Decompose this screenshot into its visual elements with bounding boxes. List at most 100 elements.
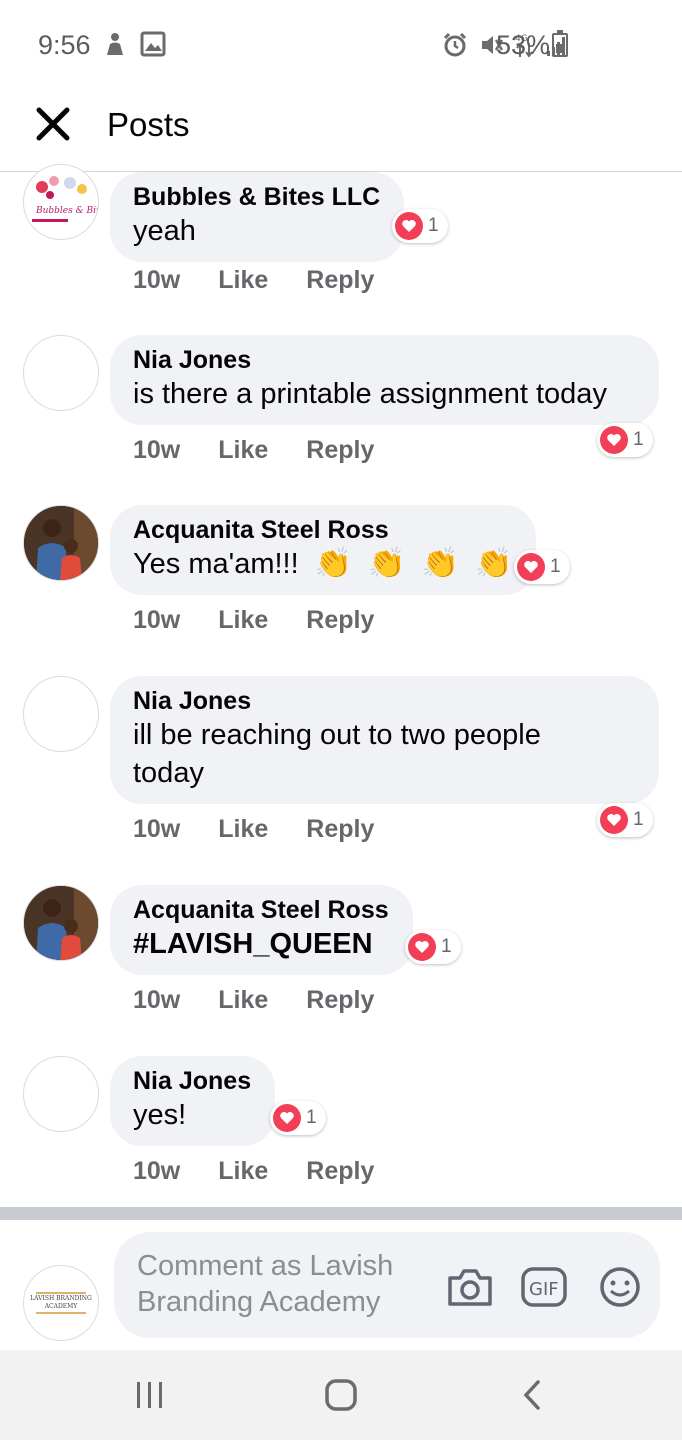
profile-photo: [24, 506, 98, 580]
comment-item: Acquanita Steel Ross #LAVISH_QUEEN 1 10w…: [0, 885, 682, 1035]
logo-divider: [36, 1312, 86, 1314]
reply-button[interactable]: Reply: [306, 436, 374, 465]
status-time: 9:56: [38, 30, 91, 60]
clapping-hands-emoji: 👏: [368, 547, 406, 580]
avatar[interactable]: Bubbles & Bites: [23, 164, 99, 240]
reply-button[interactable]: Reply: [306, 266, 374, 295]
gif-icon[interactable]: GIF: [520, 1266, 568, 1308]
comment-author[interactable]: Acquanita Steel Ross: [133, 895, 389, 925]
comment-time[interactable]: 10w: [133, 815, 180, 844]
comment-bubble[interactable]: Nia Jones yes!: [110, 1056, 276, 1146]
profile-photo: [24, 886, 98, 960]
love-reaction: [517, 553, 545, 581]
comment-time[interactable]: 10w: [133, 1157, 180, 1186]
comment-author[interactable]: Acquanita Steel Ross: [133, 515, 512, 545]
close-icon: [36, 107, 70, 141]
avatar-logo-line2: ACADEMY: [44, 1303, 78, 1310]
placeholder-line1: Comment as Lavish: [137, 1250, 394, 1282]
comment-item: Nia Jones ill be reaching out to two peo…: [0, 676, 682, 866]
comment-text-line-1: ill be reaching out to two people: [133, 719, 541, 751]
avatar[interactable]: [23, 335, 99, 411]
comment-meta: 10w Like Reply: [133, 266, 374, 295]
close-button[interactable]: [33, 104, 73, 144]
reaction-badge[interactable]: 1: [597, 423, 653, 457]
reaction-badge[interactable]: 1: [514, 550, 570, 584]
like-button[interactable]: Like: [218, 815, 268, 844]
comment-meta: 10w Like Reply: [133, 815, 374, 844]
comment-time[interactable]: 10w: [133, 436, 180, 465]
avatar[interactable]: [23, 676, 99, 752]
comment-author[interactable]: Nia Jones: [133, 345, 635, 375]
comment-author[interactable]: Nia Jones: [133, 686, 635, 716]
heart-icon: [280, 1112, 294, 1124]
comment-bubble[interactable]: Acquanita Steel Ross #LAVISH_QUEEN: [110, 885, 413, 975]
reply-button[interactable]: Reply: [306, 986, 374, 1015]
clapping-hands-emoji: 👏: [314, 547, 353, 580]
system-navigation-bar: [0, 1350, 682, 1440]
status-left-icons: [104, 31, 166, 59]
back-icon[interactable]: [518, 1378, 546, 1412]
comment-placeholder: Comment as Lavish Branding Academy: [137, 1248, 437, 1320]
page-avatar[interactable]: LAVISH BRANDING ACADEMY: [23, 1265, 99, 1341]
avatar-logo-line1: LAVISH BRANDING: [30, 1295, 92, 1302]
home-icon[interactable]: [324, 1378, 358, 1412]
reaction-badge[interactable]: 1: [405, 930, 461, 964]
emoji-icon[interactable]: [598, 1266, 642, 1308]
reaction-count: 1: [306, 1107, 317, 1128]
heart-icon: [607, 434, 621, 446]
comment-composer: LAVISH BRANDING ACADEMY Comment as Lavis…: [0, 1220, 682, 1350]
comment-bubble[interactable]: Nia Jones ill be reaching out to two peo…: [110, 676, 659, 804]
avatar[interactable]: [23, 505, 99, 581]
avatar[interactable]: [23, 1056, 99, 1132]
avatar[interactable]: [23, 885, 99, 961]
clapping-hands-emoji: 👏: [474, 547, 513, 580]
comment-item: Bubbles & Bites Bubbles & Bites LLC yeah…: [0, 164, 682, 312]
comment-bubble[interactable]: Bubbles & Bites LLC yeah: [110, 172, 405, 262]
comment-meta: 10w Like Reply: [133, 606, 374, 635]
comment-time[interactable]: 10w: [133, 266, 180, 295]
header: Posts: [0, 92, 682, 172]
comment-time[interactable]: 10w: [133, 986, 180, 1015]
comment-item: Nia Jones yes! 1 10w Like Reply: [0, 1056, 682, 1206]
reaction-badge[interactable]: 1: [392, 209, 448, 243]
comment-time[interactable]: 10w: [133, 606, 180, 635]
bubbles-logo-text: Bubbles & Bites: [35, 206, 99, 216]
comment-text-row: Yes ma'am!!! 👏 👏 👏 👏: [133, 545, 512, 583]
comment-item: Nia Jones is there a printable assignmen…: [0, 335, 682, 485]
comment-meta: 10w Like Reply: [133, 1157, 374, 1186]
comment-bubble[interactable]: Acquanita Steel Ross Yes ma'am!!! 👏 👏 👏 …: [110, 505, 537, 595]
heart-icon: [415, 941, 429, 953]
love-reaction: [273, 1104, 301, 1132]
reaction-badge[interactable]: 1: [270, 1101, 326, 1135]
comment-meta: 10w Like Reply: [133, 986, 374, 1015]
like-button[interactable]: Like: [218, 436, 268, 465]
comment-author[interactable]: Nia Jones: [133, 1066, 251, 1096]
reaction-count: 1: [441, 936, 452, 957]
love-reaction: [395, 212, 423, 240]
love-reaction: [408, 933, 436, 961]
reaction-count: 1: [633, 809, 644, 830]
heart-icon: [524, 561, 538, 573]
bubbles-bites-logo: Bubbles & Bites: [32, 176, 99, 222]
like-button[interactable]: Like: [218, 986, 268, 1015]
page-title: Posts: [107, 106, 190, 143]
comment-author[interactable]: Bubbles & Bites LLC: [133, 182, 380, 212]
reply-button[interactable]: Reply: [306, 1157, 374, 1186]
like-button[interactable]: Like: [218, 606, 268, 635]
comment-input[interactable]: Comment as Lavish Branding Academy GIF: [114, 1232, 660, 1338]
like-button[interactable]: Like: [218, 1157, 268, 1186]
image-notification-icon: [140, 31, 166, 57]
comment-text: is there a printable assignment today: [133, 378, 607, 410]
like-button[interactable]: Like: [218, 266, 268, 295]
reply-button[interactable]: Reply: [306, 606, 374, 635]
heart-icon: [402, 220, 416, 232]
recent-apps-icon[interactable]: [134, 1378, 166, 1412]
reaction-badge[interactable]: 1: [597, 803, 653, 837]
reply-button[interactable]: Reply: [306, 815, 374, 844]
status-bar: 9:56 4G 53%: [0, 0, 682, 92]
reaction-count: 1: [550, 556, 561, 577]
hashtag-link[interactable]: #LAVISH_QUEEN: [133, 925, 389, 963]
logo-divider: [36, 1292, 86, 1294]
comment-bubble[interactable]: Nia Jones is there a printable assignmen…: [110, 335, 659, 425]
camera-icon[interactable]: [446, 1266, 494, 1308]
